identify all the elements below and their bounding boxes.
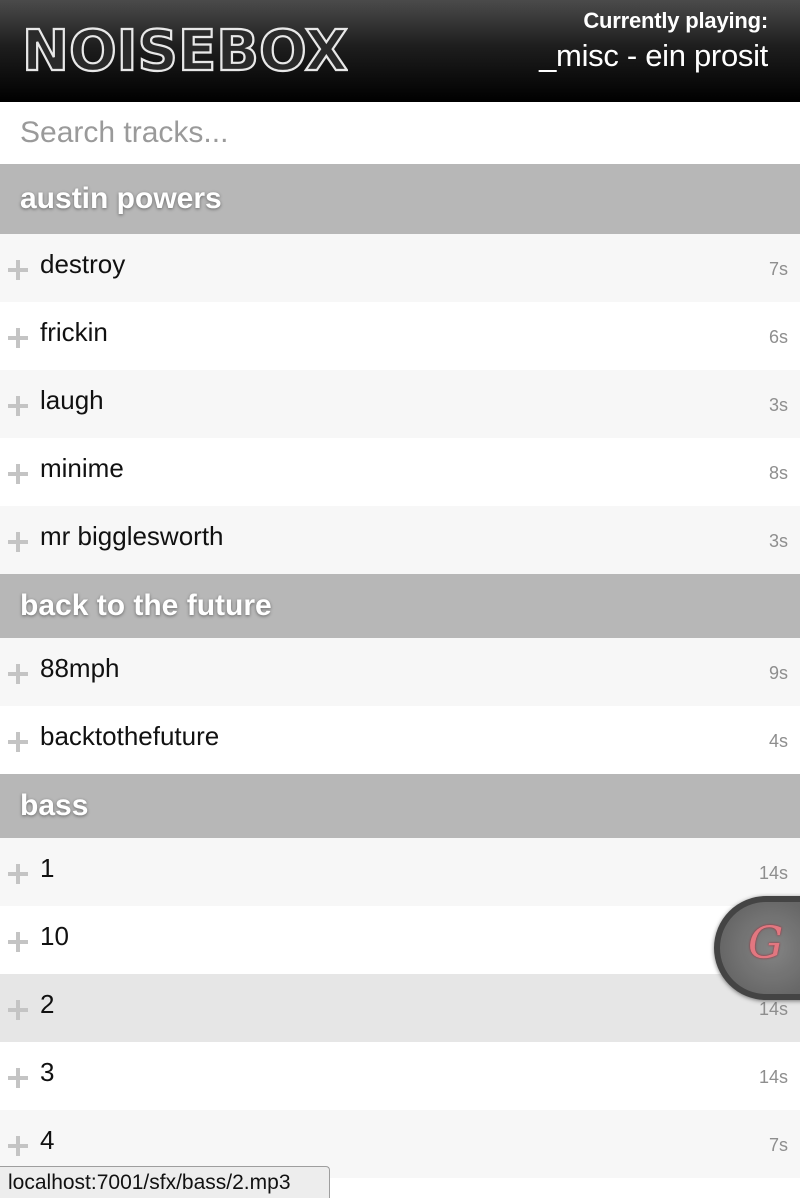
plus-icon[interactable]	[8, 532, 28, 552]
category-header: austin powers	[0, 164, 800, 234]
plus-icon[interactable]	[8, 664, 28, 684]
track-name: 3	[40, 1057, 55, 1087]
track-duration: 4s	[768, 731, 788, 751]
category-header: back to the future	[0, 574, 800, 638]
header: NOISEBOX Currently playing: _misc - ein …	[0, 0, 800, 102]
search-bar	[0, 102, 800, 164]
track-duration: 7s	[768, 259, 788, 279]
track-name: 10	[40, 921, 69, 951]
noisebox-app: NOISEBOX Currently playing: _misc - ein …	[0, 0, 800, 1200]
now-playing-track: _misc - ein prosit	[539, 38, 768, 73]
track-name: mr bigglesworth	[40, 521, 224, 551]
plus-icon[interactable]	[8, 864, 28, 884]
category-header: bass	[0, 774, 800, 838]
track-name: 2	[40, 989, 55, 1019]
track-name: minime	[40, 453, 124, 483]
track-name: frickin	[40, 317, 108, 347]
status-bar-url: localhost:7001/sfx/bass/2.mp3	[0, 1166, 330, 1198]
track-duration: 8s	[768, 463, 788, 483]
track-duration: 6s	[768, 327, 788, 347]
track-duration: 3s	[768, 531, 788, 551]
track-row[interactable]: backtothefuture 4s	[0, 706, 800, 774]
track-duration: 3s	[768, 395, 788, 415]
logo-text: NOISEBOX	[22, 22, 348, 78]
widget-body: G	[720, 902, 800, 994]
track-name: 88mph	[40, 653, 120, 683]
track-name: laugh	[40, 385, 104, 415]
track-row[interactable]: 88mph 9s	[0, 638, 800, 706]
plus-icon[interactable]	[8, 1136, 28, 1156]
plus-icon[interactable]	[8, 1068, 28, 1088]
plus-icon[interactable]	[8, 464, 28, 484]
track-row[interactable]: laugh 3s	[0, 370, 800, 438]
track-duration: 9s	[768, 663, 788, 683]
track-row[interactable]: mr bigglesworth 3s	[0, 506, 800, 574]
track-row[interactable]: minime 8s	[0, 438, 800, 506]
track-row[interactable]: 3 14s	[0, 1042, 800, 1110]
plus-icon[interactable]	[8, 732, 28, 752]
plus-icon[interactable]	[8, 396, 28, 416]
track-name: destroy	[40, 249, 126, 279]
plus-icon[interactable]	[8, 932, 28, 952]
track-duration: 14s	[758, 1067, 788, 1087]
track-name: 4	[40, 1125, 55, 1155]
plus-icon[interactable]	[8, 260, 28, 280]
track-row[interactable]: 10 14s	[0, 906, 800, 974]
track-row[interactable]: 1 14s	[0, 838, 800, 906]
plus-icon[interactable]	[8, 1000, 28, 1020]
noisebox-logo[interactable]: NOISEBOX	[22, 22, 348, 78]
search-input[interactable]	[0, 102, 800, 164]
track-row[interactable]: destroy 7s	[0, 234, 800, 302]
now-playing-label: Currently playing:	[583, 8, 768, 33]
track-row[interactable]: frickin 6s	[0, 302, 800, 370]
track-row-hovered[interactable]: 2 14s	[0, 974, 800, 1042]
track-duration: 14s	[758, 863, 788, 883]
track-list: austin powers destroy 7s frickin 6s laug…	[0, 164, 800, 1178]
plus-icon[interactable]	[8, 328, 28, 348]
logo-graphic: NOISEBOX	[22, 22, 348, 78]
g-script-icon: G	[748, 918, 784, 969]
track-name: 1	[40, 853, 55, 883]
track-name: backtothefuture	[40, 721, 220, 751]
track-duration: 7s	[768, 1135, 788, 1155]
track-duration: 14s	[758, 999, 788, 1019]
